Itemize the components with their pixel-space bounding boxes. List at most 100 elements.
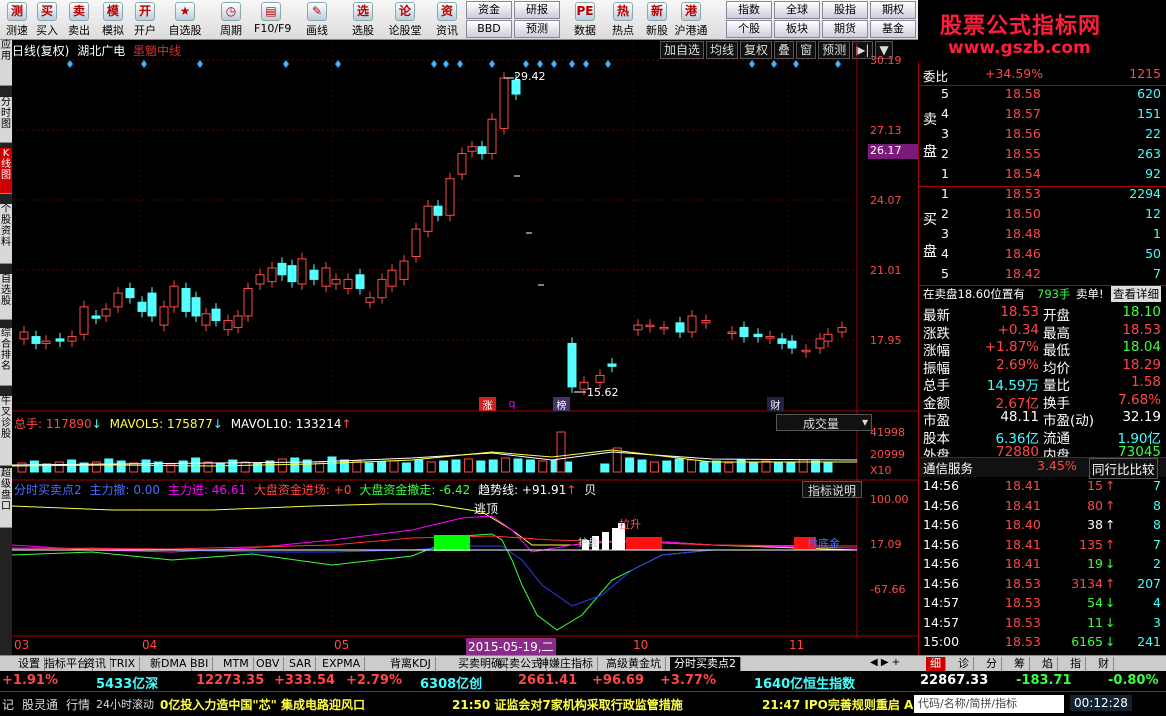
sell-level-row[interactable]: 5 18.58 620 xyxy=(919,86,1166,106)
left-tab-kline[interactable]: K线图 xyxy=(0,148,12,194)
left-tab-profile[interactable]: 个股资料 xyxy=(0,204,12,264)
toolbar-button-0[interactable]: 测测速 xyxy=(0,0,34,40)
index-ticker-item[interactable]: +333.54 xyxy=(274,673,335,688)
right-panel-tab[interactable]: 指 xyxy=(1066,657,1086,671)
left-tab-diagnose[interactable]: 牛叉诊股 xyxy=(0,396,12,466)
indicator-help-button[interactable]: 指标说明 xyxy=(802,481,863,498)
toolbar-button-15[interactable]: 港沪港通 xyxy=(674,0,708,40)
news-item-3[interactable]: 21:47 IPO完善规则重启 A xyxy=(762,696,913,713)
indicator-tab[interactable]: 新DMA xyxy=(146,657,192,671)
toolbar-button-7[interactable]: ▤ F10/F9 xyxy=(254,0,291,40)
indicator-tab[interactable]: 神嫌庄指标 xyxy=(534,657,598,671)
indicator-tab[interactable]: 高级黄金坑 xyxy=(602,657,666,671)
peer-compare-button[interactable]: 同行比比较 xyxy=(1089,458,1158,479)
indicator-tab[interactable]: SAR xyxy=(285,657,317,671)
volume-indicator-select[interactable]: 成交量 ▾ xyxy=(776,414,872,431)
indicator-tab[interactable]: MTM xyxy=(219,657,254,671)
buy-level-row[interactable]: 1 18.53 2294 xyxy=(919,186,1166,206)
order-line-link[interactable]: 卖单! xyxy=(1076,286,1104,302)
search-input[interactable]: 代码/名称/简拼/指标 xyxy=(914,695,1064,713)
right-panel-tab[interactable]: 诊 xyxy=(954,657,974,671)
right-panel-tab[interactable]: 财 xyxy=(1094,657,1114,671)
toolbar-button-10[interactable]: 论论股堂 xyxy=(388,0,422,40)
status-item-1[interactable]: 记 xyxy=(2,696,14,713)
indicator-tab[interactable]: OBV xyxy=(252,657,285,671)
index-ticker-item[interactable]: 2661.41 xyxy=(518,673,577,688)
futures-index-button[interactable]: 股指 xyxy=(822,1,868,19)
status-item-3[interactable]: 行情 xyxy=(66,696,90,713)
index-ticker-item[interactable]: 6308亿创 xyxy=(420,673,482,692)
right-panel-tab[interactable]: 筹 xyxy=(1010,657,1030,671)
index-ticker-item[interactable]: +1.91% xyxy=(2,673,58,688)
toolbar-button-1[interactable]: 买买入 xyxy=(30,0,64,40)
toolbar-button-2[interactable]: 卖卖出 xyxy=(62,0,96,40)
indicator-tab[interactable]: 背离KDJ xyxy=(386,657,436,671)
industry-label[interactable]: 通信服务 xyxy=(923,458,973,477)
main-exit-line xyxy=(12,545,857,607)
fund2-button[interactable]: 基金 xyxy=(870,20,916,38)
ind-market-in: 大盘资金进场: +0 xyxy=(253,483,352,497)
candle-body xyxy=(79,306,89,335)
toolbar-button-5[interactable]: ★ 自选股 xyxy=(168,0,202,40)
index-ticker-item[interactable]: +3.77% xyxy=(660,673,716,688)
event-tag-q[interactable]: q xyxy=(506,397,518,411)
futures-button[interactable]: 期货 xyxy=(822,20,868,38)
toolbar-button-3[interactable]: 模模拟 xyxy=(96,0,130,40)
sell-level-row[interactable]: 1 18.54 92 xyxy=(919,166,1166,186)
toolbar-button-8[interactable]: ✎ 画线 xyxy=(300,0,334,40)
stock-button[interactable]: 个股 xyxy=(726,20,772,38)
event-tag-finance[interactable]: 财 xyxy=(767,397,784,412)
research-button[interactable]: 研报 xyxy=(514,1,560,19)
indicator-tab[interactable]: EXPMA xyxy=(318,657,366,671)
event-tag-list[interactable]: 榜 xyxy=(553,397,570,412)
right-panel-tab[interactable]: 细 xyxy=(926,657,946,671)
view-detail-button[interactable]: 查看详细 xyxy=(1111,286,1161,302)
left-tab-watchlist[interactable]: 自选股 xyxy=(0,274,12,320)
index-ticker-item[interactable]: 5433亿深 xyxy=(96,673,158,692)
options-button[interactable]: 期权 xyxy=(870,1,916,19)
status-item-2[interactable]: 股灵通 xyxy=(22,696,58,713)
tab-scroll-arrows[interactable]: ◀ ▶ + xyxy=(870,657,914,671)
index-ticker-item[interactable]: -183.71 xyxy=(1016,673,1072,688)
buy-level-row[interactable]: 2 18.50 12 xyxy=(919,206,1166,226)
event-tag-rise[interactable]: 涨 xyxy=(479,397,496,412)
bbd-button[interactable]: BBD xyxy=(466,20,512,38)
sector-button[interactable]: 板块 xyxy=(774,20,820,38)
index-button[interactable]: 指数 xyxy=(726,1,772,19)
fund-button[interactable]: 资金 xyxy=(466,1,512,19)
toolbar-button-11[interactable]: 资资讯 xyxy=(430,0,464,40)
toolbar-button-9[interactable]: 选选股 xyxy=(346,0,380,40)
kline-chart-area[interactable]: 日线(复权) 湖北广电 墨魈中线 加自选 均线 复权叠窗预测 ▶| ▼ 30.19 27… xyxy=(12,40,918,660)
global-button[interactable]: 全球 xyxy=(774,1,820,19)
indicator-tab[interactable]: 分时买卖点2 xyxy=(670,657,741,671)
right-panel-tab[interactable]: 焰 xyxy=(1038,657,1058,671)
toolbar-button-13[interactable]: 热热点 xyxy=(606,0,640,40)
left-tab-apps[interactable]: 应用 xyxy=(0,40,12,86)
forecast-button[interactable]: 预测 xyxy=(514,20,560,38)
right-panel-tab[interactable]: 分 xyxy=(982,657,1002,671)
index-ticker-item[interactable]: 22867.33 xyxy=(920,673,988,688)
left-tab-ranking[interactable]: 综合排名 xyxy=(0,328,12,386)
buy-level-row[interactable]: 4 18.46 50 xyxy=(919,246,1166,266)
left-tab-timeshare[interactable]: 分时图 xyxy=(0,97,12,143)
news-item-2[interactable]: 21:50 证监会对7家机构采取行政监管措施 xyxy=(452,696,683,713)
index-ticker-item[interactable]: +2.79% xyxy=(346,673,402,688)
buy-level-row[interactable]: 5 18.42 7 xyxy=(919,266,1166,286)
status-item-4[interactable]: 24小时滚动 xyxy=(96,696,154,712)
index-ticker-item[interactable]: -0.80% xyxy=(1108,673,1159,688)
index-ticker-item[interactable]: +96.69 xyxy=(592,673,644,688)
toolbar-button-12[interactable]: PE 数据 xyxy=(568,0,602,40)
news-item-1[interactable]: 0亿投入力造中国"芯" 集成电路迎风口 xyxy=(160,696,365,713)
sell-level-row[interactable]: 4 18.57 151 xyxy=(919,106,1166,126)
sell-level-row[interactable]: 3 18.56 22 xyxy=(919,126,1166,146)
index-ticker-item[interactable]: 12273.35 xyxy=(196,673,264,688)
indicator-tab[interactable]: TRIX xyxy=(106,657,141,671)
index-ticker-item[interactable]: 1640亿恒生指数 xyxy=(754,673,855,692)
toolbar-button-4[interactable]: 开开户 xyxy=(128,0,162,40)
indicator-tab[interactable]: BBI xyxy=(186,657,214,671)
sell-level-row[interactable]: 2 18.55 263 xyxy=(919,146,1166,166)
toolbar-button-14[interactable]: 新新股 xyxy=(640,0,674,40)
buy-level-row[interactable]: 3 18.48 1 xyxy=(919,226,1166,246)
toolbar-button-6[interactable]: ◷ 周期 xyxy=(214,0,248,40)
left-tab-level2[interactable]: 超级盘口 xyxy=(0,468,12,528)
